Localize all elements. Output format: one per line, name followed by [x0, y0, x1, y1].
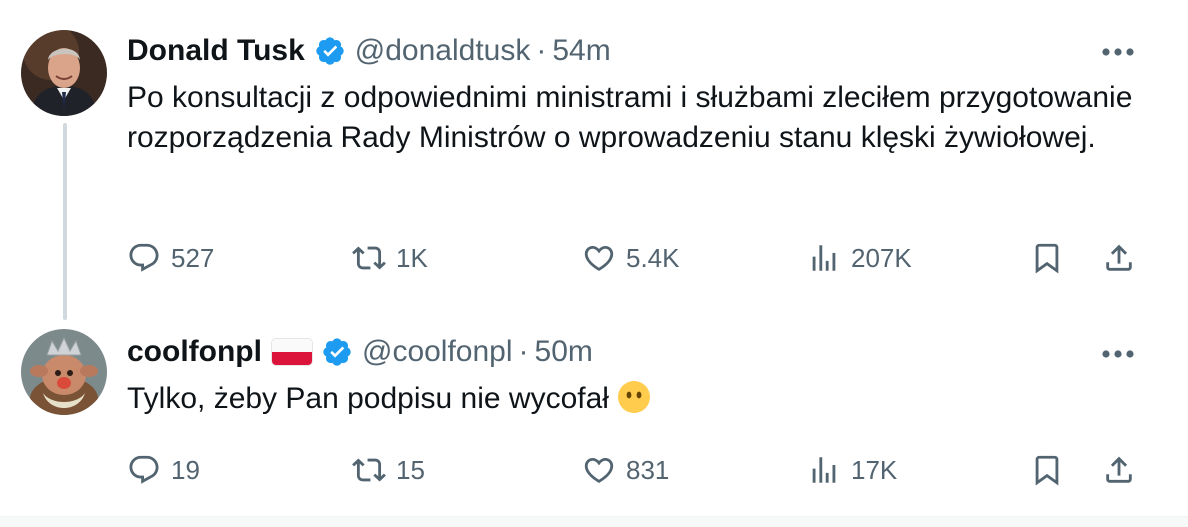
tweet[interactable]: Donald Tusk @donaldtusk · 54m Po konsult… [0, 0, 1188, 320]
reply-button[interactable]: 19 [127, 448, 200, 492]
handle[interactable]: @donaldtusk [355, 34, 531, 68]
heart-icon [584, 457, 614, 483]
tweet-text-container: Tylko, żeby Pan podpisu nie wycofał [127, 379, 1137, 419]
separator-dot: · [518, 335, 529, 368]
tweet[interactable]: coolfonpl @coolfonpl · 50m Tylko, żeby P… [0, 320, 1188, 516]
more-options-icon[interactable] [1098, 334, 1138, 374]
retweet-count: 15 [396, 454, 425, 485]
views-button[interactable]: 17K [807, 448, 897, 492]
bookmark-icon [1035, 243, 1059, 274]
bookmark-icon [1035, 455, 1059, 486]
tweet-text: Po konsultacji z odpowiednimi ministrami… [127, 81, 1133, 154]
reply-icon [129, 243, 159, 272]
tweet-header: coolfonpl @coolfonpl · 50m [127, 330, 593, 374]
retweet-icon [352, 246, 386, 270]
tweet-header: Donald Tusk @donaldtusk · 54m [127, 29, 611, 73]
handle[interactable]: @coolfonpl [362, 335, 513, 369]
views-count: 17K [851, 454, 898, 485]
share-icon [1106, 244, 1132, 271]
reply-button[interactable]: 527 [127, 236, 214, 280]
like-button[interactable]: 831 [582, 448, 669, 492]
poland-flag-icon [271, 339, 312, 365]
avatar[interactable] [21, 30, 107, 116]
retweet-button[interactable]: 15 [352, 448, 425, 492]
retweet-button[interactable]: 1K [352, 236, 428, 280]
display-name[interactable]: coolfonpl [127, 335, 262, 369]
timestamp[interactable]: 50m [535, 335, 593, 369]
verified-badge-icon [321, 336, 353, 368]
tweet-text: Tylko, żeby Pan podpisu nie wycofał [127, 382, 609, 415]
separator-dot: · [536, 34, 547, 67]
retweet-count: 1K [396, 242, 428, 273]
reply-icon [129, 455, 159, 484]
like-count: 5.4K [626, 242, 680, 273]
like-count: 831 [626, 454, 670, 485]
like-button[interactable]: 5.4K [582, 236, 680, 280]
retweet-icon [352, 458, 386, 482]
bookmark-button[interactable] [1030, 448, 1064, 492]
views-count: 207K [851, 242, 912, 273]
more-options-icon[interactable] [1098, 32, 1138, 72]
share-icon [1106, 456, 1132, 483]
share-button[interactable] [1102, 448, 1136, 492]
reply-count: 527 [171, 242, 215, 273]
views-chart-icon [812, 245, 836, 271]
verified-badge-icon [314, 35, 346, 67]
views-button[interactable]: 207K [807, 236, 912, 280]
face-without-mouth-icon [617, 380, 651, 414]
reply-count: 19 [171, 454, 200, 485]
avatar[interactable] [21, 329, 107, 415]
timestamp[interactable]: 54m [552, 34, 610, 68]
views-chart-icon [812, 457, 836, 483]
heart-icon [584, 245, 614, 271]
tweet-actions: 19 15 831 17K [127, 448, 1168, 492]
timeline-divider [0, 516, 1188, 527]
share-button[interactable] [1102, 236, 1136, 280]
tweet-actions: 527 1K 5.4K 207K [127, 236, 1168, 280]
bookmark-button[interactable] [1030, 236, 1064, 280]
display-name[interactable]: Donald Tusk [127, 34, 305, 68]
